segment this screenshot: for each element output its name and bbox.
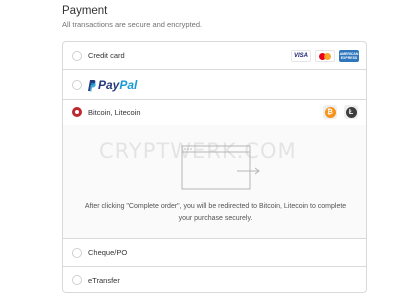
payment-methods-panel: Credit card VISA AMERICAN EXPRESS PayPal… [62, 41, 367, 293]
redirect-message: After clicking "Complete order", you wil… [84, 203, 347, 222]
cheque-radio[interactable] [72, 248, 82, 258]
visa-icon: VISA [291, 50, 311, 62]
offsite-redirect-icon [181, 145, 260, 190]
payment-option-cheque[interactable]: Cheque/PO [63, 239, 366, 267]
litecoin-icon: Ł [345, 106, 357, 118]
crypto-label: Bitcoin, Litecoin [88, 108, 141, 117]
payment-option-paypal[interactable]: PayPal [63, 70, 366, 100]
paypal-word-pal: Pal [119, 78, 138, 92]
paypal-logo: PayPal [87, 78, 137, 92]
payment-subheading: All transactions are secure and encrypte… [62, 20, 203, 29]
etransfer-label: eTransfer [88, 276, 120, 285]
paypal-radio[interactable] [72, 80, 82, 90]
mastercard-icon [315, 50, 335, 62]
credit-card-label: Credit card [88, 51, 125, 60]
payment-heading: Payment [62, 5, 108, 17]
bitcoin-icon: ₿ [324, 106, 336, 118]
payment-option-crypto[interactable]: Bitcoin, Litecoin ₿ Ł [63, 100, 366, 125]
etransfer-radio[interactable] [72, 275, 82, 285]
paypal-icon [88, 79, 96, 91]
payment-option-credit-card[interactable]: Credit card VISA AMERICAN EXPRESS [63, 42, 366, 70]
credit-card-radio[interactable] [72, 51, 82, 61]
crypto-redirect-panel: CRYPTWERK.COM After clicking "Complete o… [63, 125, 366, 239]
crypto-radio-selected[interactable] [72, 107, 82, 117]
paypal-word-pay: Pay [98, 78, 120, 92]
card-brand-icons: VISA AMERICAN EXPRESS [291, 50, 359, 62]
amex-icon: AMERICAN EXPRESS [339, 50, 359, 62]
cheque-label: Cheque/PO [88, 248, 128, 257]
payment-option-etransfer[interactable]: eTransfer [63, 267, 366, 292]
crypto-coin-icons: ₿ Ł [323, 105, 358, 119]
